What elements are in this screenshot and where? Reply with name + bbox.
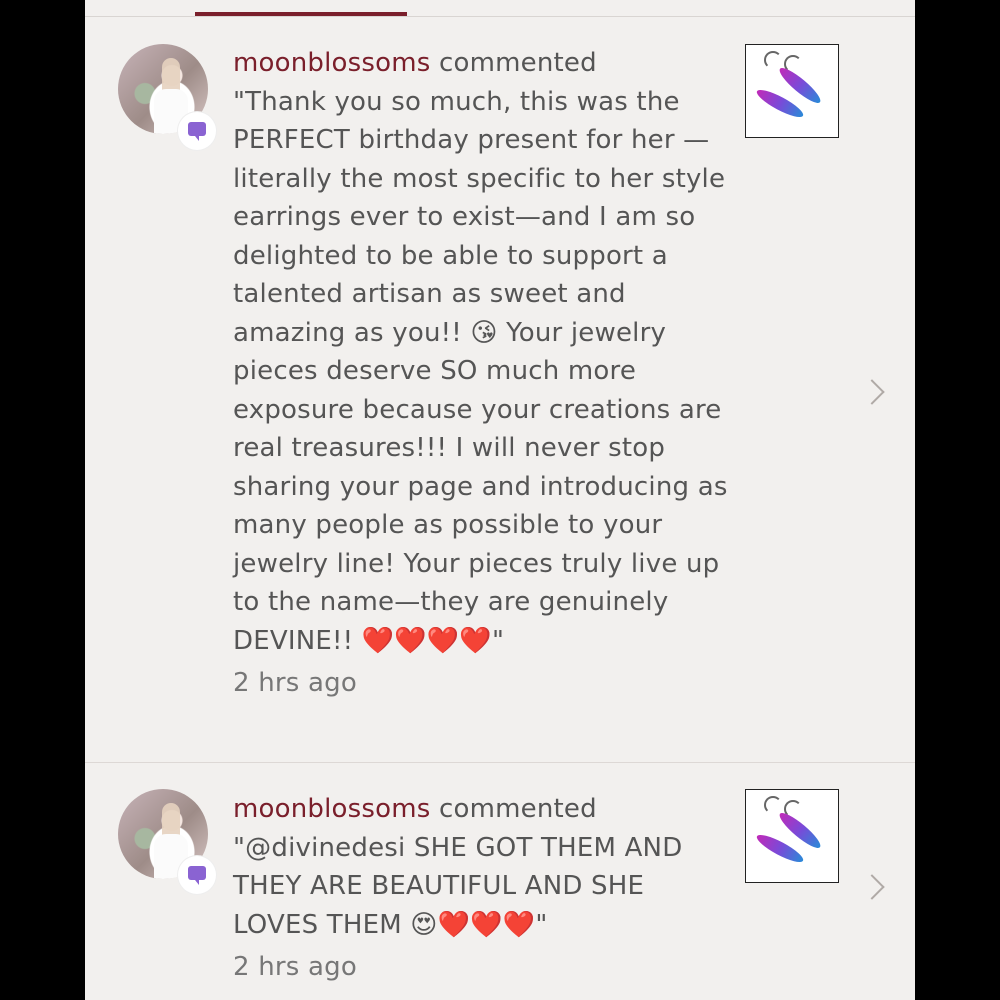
action-text: commented bbox=[430, 794, 597, 824]
comment-text-block: moonblossoms commented "@divinedesi SHE … bbox=[233, 790, 733, 987]
chevron-right-icon[interactable] bbox=[859, 379, 885, 405]
action-text: commented bbox=[430, 48, 597, 78]
comment-badge bbox=[178, 856, 216, 894]
notifications-panel: moonblossoms commented "Thank you so muc… bbox=[85, 0, 915, 1000]
username[interactable]: moonblossoms bbox=[233, 48, 431, 78]
timestamp: 2 hrs ago bbox=[233, 952, 357, 982]
comment-bubble-icon bbox=[188, 866, 206, 885]
chevron-right-icon[interactable] bbox=[859, 874, 885, 900]
comment-badge bbox=[178, 112, 216, 150]
username[interactable]: moonblossoms bbox=[233, 794, 431, 824]
earring-thumbnail[interactable] bbox=[745, 44, 839, 138]
comment-text-block: moonblossoms commented "Thank you so muc… bbox=[233, 44, 733, 703]
earring-thumbnail[interactable] bbox=[745, 789, 839, 883]
comment-bubble-icon bbox=[188, 122, 206, 141]
comment-notification[interactable]: moonblossoms commented "Thank you so muc… bbox=[85, 0, 915, 760]
comment-body: "Thank you so much, this was the PERFECT… bbox=[233, 86, 728, 656]
timestamp: 2 hrs ago bbox=[233, 668, 357, 698]
comment-notification[interactable]: moonblossoms commented "@divinedesi SHE … bbox=[85, 763, 915, 1000]
hook-icon bbox=[764, 51, 782, 69]
comment-body: "@divinedesi SHE GOT THEM AND THEY ARE B… bbox=[233, 832, 683, 940]
hook-icon bbox=[764, 796, 782, 814]
